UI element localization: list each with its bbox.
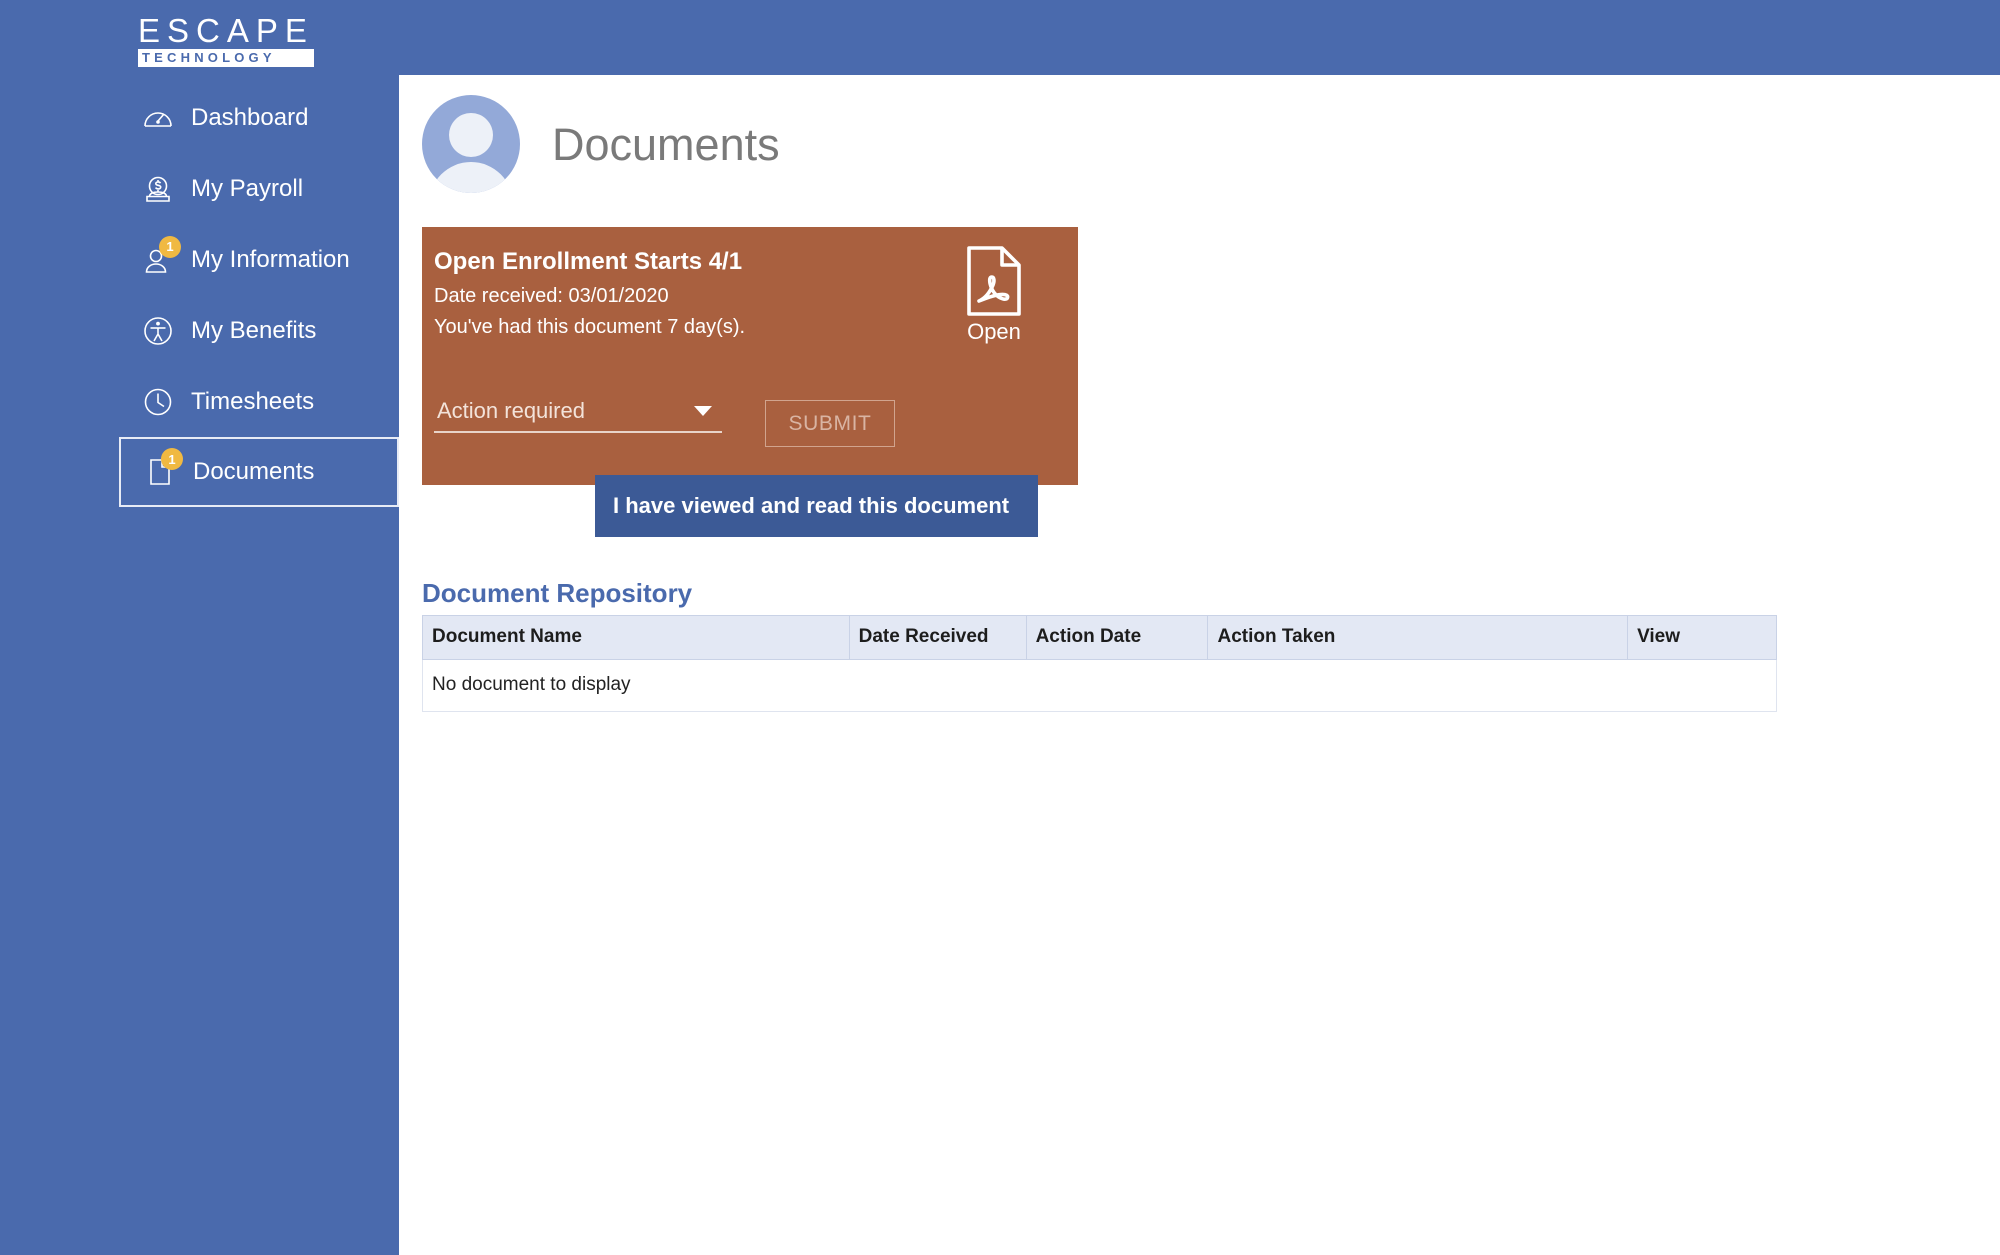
sidebar-item-my-payroll[interactable]: My Payroll <box>0 153 399 224</box>
page-header: Documents <box>422 95 780 193</box>
accessibility-icon <box>141 314 175 348</box>
sidebar-item-documents[interactable]: 1 Documents <box>119 437 399 507</box>
sidebar-item-label: Timesheets <box>191 387 315 415</box>
sidebar-item-label: Documents <box>193 458 315 485</box>
sidebar-item-timesheets[interactable]: Timesheets <box>0 366 399 437</box>
clock-icon <box>141 385 175 419</box>
document-repository-title: Document Repository <box>422 578 693 608</box>
table-header: Document Name Date Received Action Date … <box>422 615 1777 660</box>
avatar <box>422 95 520 193</box>
gauge-icon <box>141 101 175 135</box>
page-title: Documents <box>552 118 780 170</box>
money-bag-icon <box>141 172 175 206</box>
sidebar-nav: Dashboard My Payroll 1 My Information My… <box>0 82 399 507</box>
logo-secondary-text: TECHNOLOGY <box>138 49 314 67</box>
document-card-date-received: Date received: 03/01/2020 <box>434 285 669 307</box>
column-header-date-received[interactable]: Date Received <box>848 615 1027 660</box>
column-header-view[interactable]: View <box>1627 615 1777 660</box>
avatar-head <box>449 113 493 157</box>
open-document-button[interactable]: Open <box>948 245 1040 343</box>
pdf-file-icon <box>948 245 1040 317</box>
action-select-value: Action required <box>437 398 585 423</box>
document-repository-table: Document Name Date Received Action Date … <box>422 615 1777 712</box>
column-header-document-name[interactable]: Document Name <box>422 615 850 660</box>
table-body: No document to display <box>422 659 1777 712</box>
avatar-body <box>429 162 513 193</box>
sidebar: ESCAPE TECHNOLOGY Dashboard My Payroll 1… <box>0 0 399 1255</box>
submit-button[interactable]: SUBMIT <box>765 400 895 447</box>
sidebar-item-my-benefits[interactable]: My Benefits <box>0 295 399 366</box>
status-badge: 1 <box>161 448 183 470</box>
document-card-title: Open Enrollment Starts 4/1 <box>434 248 743 275</box>
brand-logo[interactable]: ESCAPE TECHNOLOGY <box>138 14 318 68</box>
status-badge: 1 <box>159 235 181 258</box>
document-card-days-held: You've had this document 7 day(s). <box>434 316 746 338</box>
chevron-down-icon <box>694 406 712 416</box>
document-action-card: Open Enrollment Starts 4/1 Date received… <box>422 227 1078 485</box>
document-card-controls: Action required SUBMIT <box>434 400 1068 447</box>
column-header-action-date[interactable]: Action Date <box>1025 615 1209 660</box>
document-icon: 1 <box>143 448 183 489</box>
sidebar-item-dashboard[interactable]: Dashboard <box>0 82 399 153</box>
sidebar-item-label: My Benefits <box>191 316 317 344</box>
application-window: ESCAPE TECHNOLOGY Dashboard My Payroll 1… <box>0 0 2000 1255</box>
main-content: Documents Open Enrollment Starts 4/1 Dat… <box>399 75 2000 1255</box>
sidebar-item-label: Dashboard <box>191 103 309 131</box>
empty-state-message: No document to display <box>422 659 1777 712</box>
document-card-text: Open Enrollment Starts 4/1 Date received… <box>434 247 745 339</box>
sidebar-item-label: My Information <box>191 245 350 273</box>
user-icon: 1 <box>141 235 181 277</box>
action-required-select[interactable]: Action required <box>434 400 722 433</box>
sidebar-item-label: My Payroll <box>191 174 304 202</box>
column-header-action-taken[interactable]: Action Taken <box>1207 615 1629 660</box>
open-label: Open <box>967 319 1021 344</box>
table-row-empty: No document to display <box>422 659 1777 712</box>
dropdown-option-viewed-read[interactable]: I have viewed and read this document <box>595 475 1038 537</box>
logo-primary-text: ESCAPE <box>138 12 314 49</box>
sidebar-item-my-information[interactable]: 1 My Information <box>0 224 399 295</box>
table-header-row: Document Name Date Received Action Date … <box>422 615 1777 660</box>
